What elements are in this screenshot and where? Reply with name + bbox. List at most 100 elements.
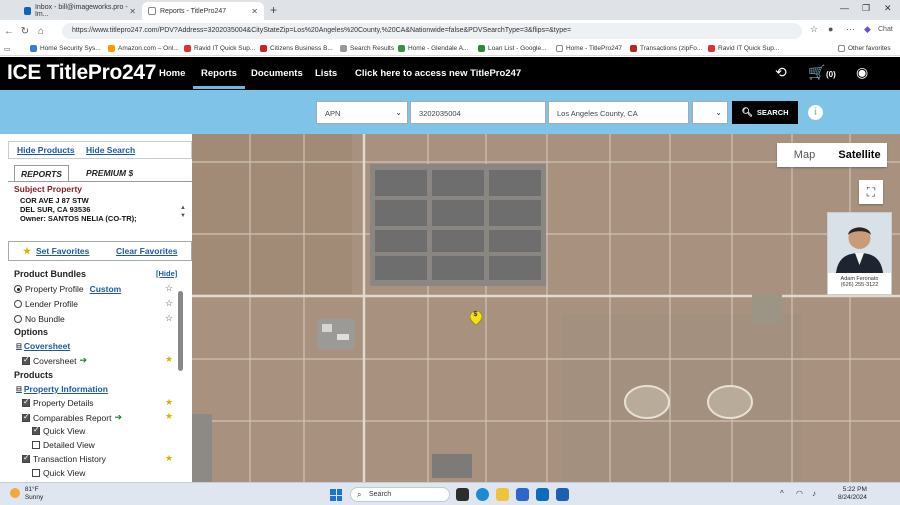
satellite-map[interactable] [192, 134, 900, 482]
bookmark-item[interactable]: Search Results [340, 45, 394, 52]
bundle-lender-profile[interactable]: Lender Profile [14, 299, 78, 309]
hide-bundles-link[interactable]: [Hide] [156, 269, 177, 278]
nav-lists[interactable]: Lists [315, 68, 337, 79]
sidebar-scrollbar[interactable] [178, 291, 183, 371]
checkbox-unchecked[interactable] [32, 441, 40, 449]
taskbar-clock[interactable]: 5:22 PM 8/24/2024 [838, 486, 867, 502]
set-favorites-link[interactable]: Set Favorites [36, 246, 89, 256]
close-tab-icon[interactable]: ✕ [129, 7, 136, 16]
file-explorer-icon[interactable] [496, 488, 509, 501]
outlook-icon[interactable] [536, 488, 549, 501]
product-transaction-history[interactable]: Transaction History [22, 453, 106, 464]
weather-widget[interactable]: 81°F Sunny [10, 486, 43, 502]
task-view-icon[interactable] [456, 488, 469, 501]
maximize-icon[interactable]: ❐ [862, 3, 870, 14]
property-pin-icon[interactable]: $ [469, 310, 483, 326]
collapse-icon[interactable]: ⊟ [16, 342, 22, 350]
bookmark-folder-icon[interactable]: ▭ [4, 45, 10, 53]
bookmark-item[interactable]: Citizens Business B... [260, 45, 333, 52]
fullscreen-icon[interactable]: ⛶ [859, 180, 883, 204]
bookmark-item[interactable]: Home - Glendale A... [398, 45, 468, 52]
option-quick-view-2[interactable]: Quick View [32, 468, 85, 478]
bookmark-item[interactable]: Home - TitlePro247 [556, 45, 622, 52]
edge-icon[interactable] [476, 488, 489, 501]
store-icon[interactable] [516, 488, 529, 501]
back-icon[interactable]: ← [2, 26, 16, 37]
star-filled-icon[interactable]: ★ [165, 397, 173, 408]
search-type-select[interactable]: APN ⌄ [316, 101, 408, 124]
scroll-arrows-icon[interactable]: ▲ ▼ [180, 204, 186, 220]
bookmark-item[interactable]: Loan List - Google... [478, 45, 547, 52]
word-icon[interactable] [556, 488, 569, 501]
bookmark-item[interactable]: Ravid IT Quick Sup... [184, 45, 255, 52]
bundle-none[interactable]: No Bundle [14, 314, 65, 324]
taskbar-search[interactable]: ⌕ Search [350, 487, 450, 502]
star-outline-icon[interactable]: ☆ [165, 313, 173, 324]
nav-promo-link[interactable]: Click here to access new TitlePro247 [355, 68, 521, 79]
radio-unselected[interactable] [14, 315, 22, 323]
checkbox-checked[interactable] [22, 397, 30, 407]
info-icon[interactable]: i [808, 105, 823, 120]
cart-icon[interactable]: 🛒 [808, 64, 825, 81]
minimize-icon[interactable]: — [840, 3, 849, 13]
volume-icon[interactable]: ♪ [812, 489, 816, 498]
close-tab-icon[interactable]: ✕ [251, 7, 258, 16]
custom-link[interactable]: Custom [90, 284, 122, 294]
checkbox-checked[interactable] [32, 425, 40, 435]
bookmark-item[interactable]: Amazon.com – Onl... [108, 45, 179, 52]
star-filled-icon[interactable]: ★ [165, 354, 173, 365]
property-information-link[interactable]: ⊟ Property Information [16, 384, 108, 394]
home-icon[interactable]: ⌂ [34, 26, 48, 37]
copilot-icon[interactable]: ◆ [864, 24, 871, 35]
chevron-up-icon[interactable]: ^ [780, 489, 784, 498]
browser-tab-inbox[interactable]: Inbox - bill@imageworks.pro - Im... ✕ [18, 2, 142, 20]
browser-tab-reports[interactable]: Reports - TitlePro247 ✕ [142, 2, 264, 20]
agent-card[interactable]: Adam Feronato (626) 255-3122 [827, 212, 892, 295]
coversheet-group-link[interactable]: ⊟ Coversheet [16, 341, 70, 351]
brand-logo[interactable]: ICE TitlePro247 [7, 61, 156, 85]
location-input[interactable]: Los Angeles County, CA [548, 101, 689, 124]
radio-unselected[interactable] [14, 300, 22, 308]
checkbox-unchecked[interactable] [32, 469, 40, 477]
hide-search-link[interactable]: Hide Search [86, 145, 135, 155]
star-outline-icon[interactable]: ☆ [165, 298, 173, 309]
star-filled-icon[interactable]: ★ [165, 453, 173, 464]
url-field[interactable]: https://www.titlepro247.com/PDV?Address=… [62, 23, 802, 39]
product-property-details[interactable]: Property Details [22, 397, 93, 408]
apn-input[interactable]: 3202035004 [410, 101, 546, 124]
nav-documents[interactable]: Documents [251, 68, 303, 79]
star-filled-icon[interactable]: ★ [165, 411, 173, 422]
tab-premium[interactable]: PREMIUM $ [80, 165, 139, 181]
bookmark-item[interactable]: Ravid IT Quick Sup... [708, 45, 779, 52]
refresh-icon[interactable]: ↻ [18, 26, 32, 37]
map-view-button[interactable]: Map [777, 143, 832, 167]
cart-count[interactable]: (0) [826, 70, 836, 79]
clear-favorites-link[interactable]: Clear Favorites [116, 246, 177, 256]
checkbox-checked[interactable] [22, 453, 30, 463]
wifi-icon[interactable]: ◠ [796, 489, 803, 498]
account-icon[interactable]: ◉ [856, 64, 868, 81]
radio-selected[interactable] [14, 285, 22, 293]
checkbox-checked[interactable] [22, 412, 30, 422]
new-tab-button[interactable]: + [270, 3, 277, 17]
star-outline-icon[interactable]: ☆ [165, 283, 173, 294]
nav-reports[interactable]: Reports [193, 68, 245, 89]
option-coversheet[interactable]: Coversheet ➔ [22, 355, 87, 366]
checkbox-checked[interactable] [22, 355, 30, 365]
search-button[interactable]: 🔍︎ SEARCH [732, 101, 798, 124]
bundle-property-profile[interactable]: Property Profile Custom [14, 284, 121, 294]
option-detailed-view[interactable]: Detailed View [32, 440, 95, 450]
close-window-icon[interactable]: ✕ [884, 3, 892, 14]
nav-home[interactable]: Home [159, 68, 185, 79]
product-comparables-report[interactable]: Comparables Report ➔ [22, 412, 122, 423]
option-quick-view[interactable]: Quick View [32, 425, 85, 436]
history-icon[interactable]: ⟲ [775, 64, 787, 81]
hide-products-link[interactable]: Hide Products [17, 145, 75, 155]
tab-reports[interactable]: REPORTS [14, 165, 69, 181]
windows-start-icon[interactable] [330, 489, 342, 501]
bookmark-item[interactable]: Home Security Sys... [30, 45, 101, 52]
more-icon[interactable]: ⋯ [846, 24, 855, 35]
satellite-view-button[interactable]: Satellite [832, 143, 887, 167]
star-icon[interactable]: ☆ [810, 24, 818, 35]
state-select[interactable]: ⌄ [692, 101, 728, 124]
